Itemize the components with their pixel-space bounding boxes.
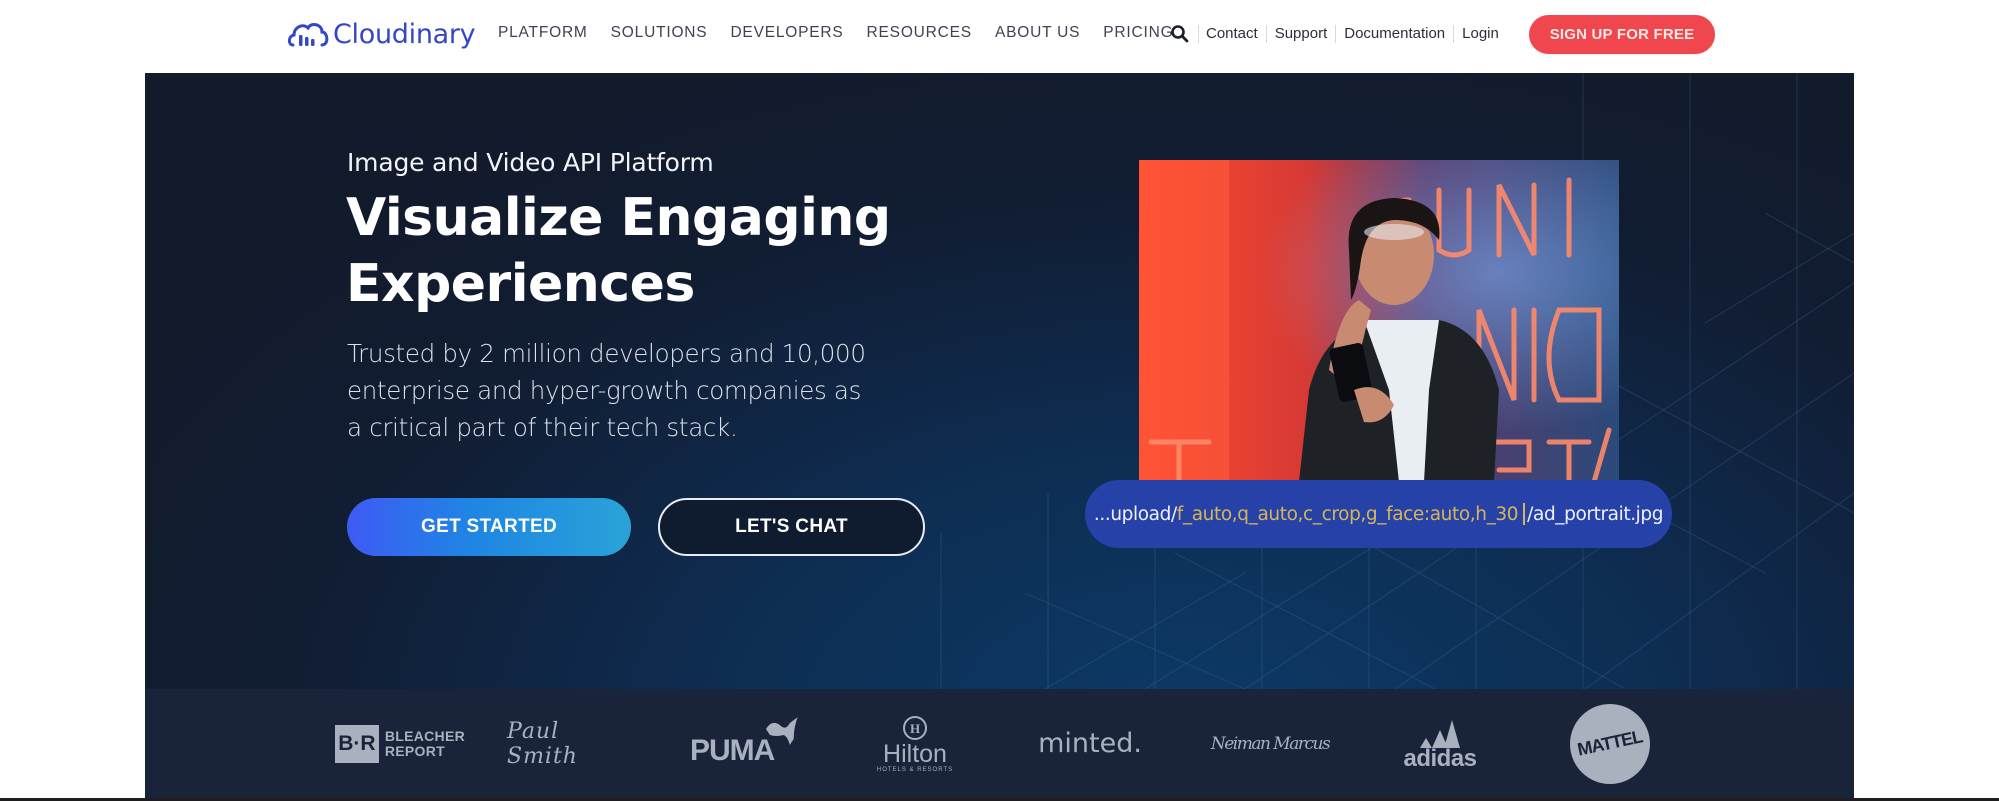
bleacher-report-line1: BLEACHER xyxy=(384,727,465,744)
contact-link[interactable]: Contact xyxy=(1198,25,1266,43)
puma-cat-icon xyxy=(766,716,799,745)
logo-bleacher-report: B·R BLEACHER REPORT xyxy=(335,689,465,798)
logo-paul-smith: Paul Smith xyxy=(507,718,578,769)
logo-mattel: MATTEL xyxy=(1555,689,1665,798)
logo-wordmark: Cloudinary xyxy=(333,18,476,50)
url-suffix: /ad_portrait.jpg xyxy=(1527,503,1664,525)
bleacher-report-line2: REPORT xyxy=(384,742,445,759)
nav-resources[interactable]: RESOURCES xyxy=(867,24,972,42)
support-link[interactable]: Support xyxy=(1265,25,1336,43)
main-nav: PLATFORM SOLUTIONS DEVELOPERS RESOURCES … xyxy=(498,24,1197,42)
cloudinary-logo[interactable]: Cloudinary xyxy=(287,14,476,54)
adidas-stripes-icon xyxy=(1420,719,1460,748)
login-link[interactable]: Login xyxy=(1453,25,1507,43)
documentation-link[interactable]: Documentation xyxy=(1335,25,1453,43)
search-icon[interactable] xyxy=(1170,24,1190,44)
hero-headline: Visualize Engaging Experiences xyxy=(346,188,891,314)
sign-up-button[interactable]: SIGN UP FOR FREE xyxy=(1529,15,1715,54)
url-prefix: ...upload/ xyxy=(1093,503,1177,525)
hero-subtext: Trusted by 2 million developers and 10,0… xyxy=(347,339,866,442)
hero-section: Image and Video API Platform Visualize E… xyxy=(145,73,1854,689)
nav-solutions[interactable]: SOLUTIONS xyxy=(611,24,708,42)
text-cursor xyxy=(1523,503,1526,525)
nav-pricing[interactable]: PRICING xyxy=(1103,24,1173,42)
bleacher-report-mark: B·R xyxy=(335,724,379,763)
nav-developers[interactable]: DEVELOPERS xyxy=(730,24,843,42)
hero-demo-image xyxy=(1139,160,1619,482)
logo-neiman-marcus: Neiman Marcus xyxy=(1210,733,1331,754)
transformation-url-field[interactable]: ...upload/f_auto,q_auto,c_crop,g_face:au… xyxy=(1085,480,1672,548)
top-navigation: Cloudinary PLATFORM SOLUTIONS DEVELOPERS… xyxy=(0,0,1999,72)
utility-nav: Contact Support Documentation Login xyxy=(1170,24,1507,44)
customer-logos-strip: B·R BLEACHER REPORT Paul Smith PUMA H Hi… xyxy=(145,689,1854,798)
logo-minted: minted. xyxy=(1038,728,1142,759)
lets-chat-button[interactable]: LET'S CHAT xyxy=(658,498,925,556)
get-started-button[interactable]: GET STARTED xyxy=(347,498,631,556)
logo-adidas: adidas xyxy=(1385,689,1495,798)
portrait-photo xyxy=(1139,160,1619,482)
nav-platform[interactable]: PLATFORM xyxy=(498,24,588,42)
logo-hilton: H Hilton HOTELS & RESORTS xyxy=(860,689,970,798)
svg-text:H: H xyxy=(910,721,920,736)
hero-eyebrow: Image and Video API Platform xyxy=(347,148,714,177)
logo-puma: PUMA xyxy=(690,689,800,798)
hilton-emblem-icon: H xyxy=(903,715,927,740)
cloud-bars-icon xyxy=(287,23,329,47)
nav-about-us[interactable]: ABOUT US xyxy=(995,24,1080,42)
url-transform-params: f_auto,q_auto,c_crop,g_face:auto,h_30 xyxy=(1176,503,1519,525)
